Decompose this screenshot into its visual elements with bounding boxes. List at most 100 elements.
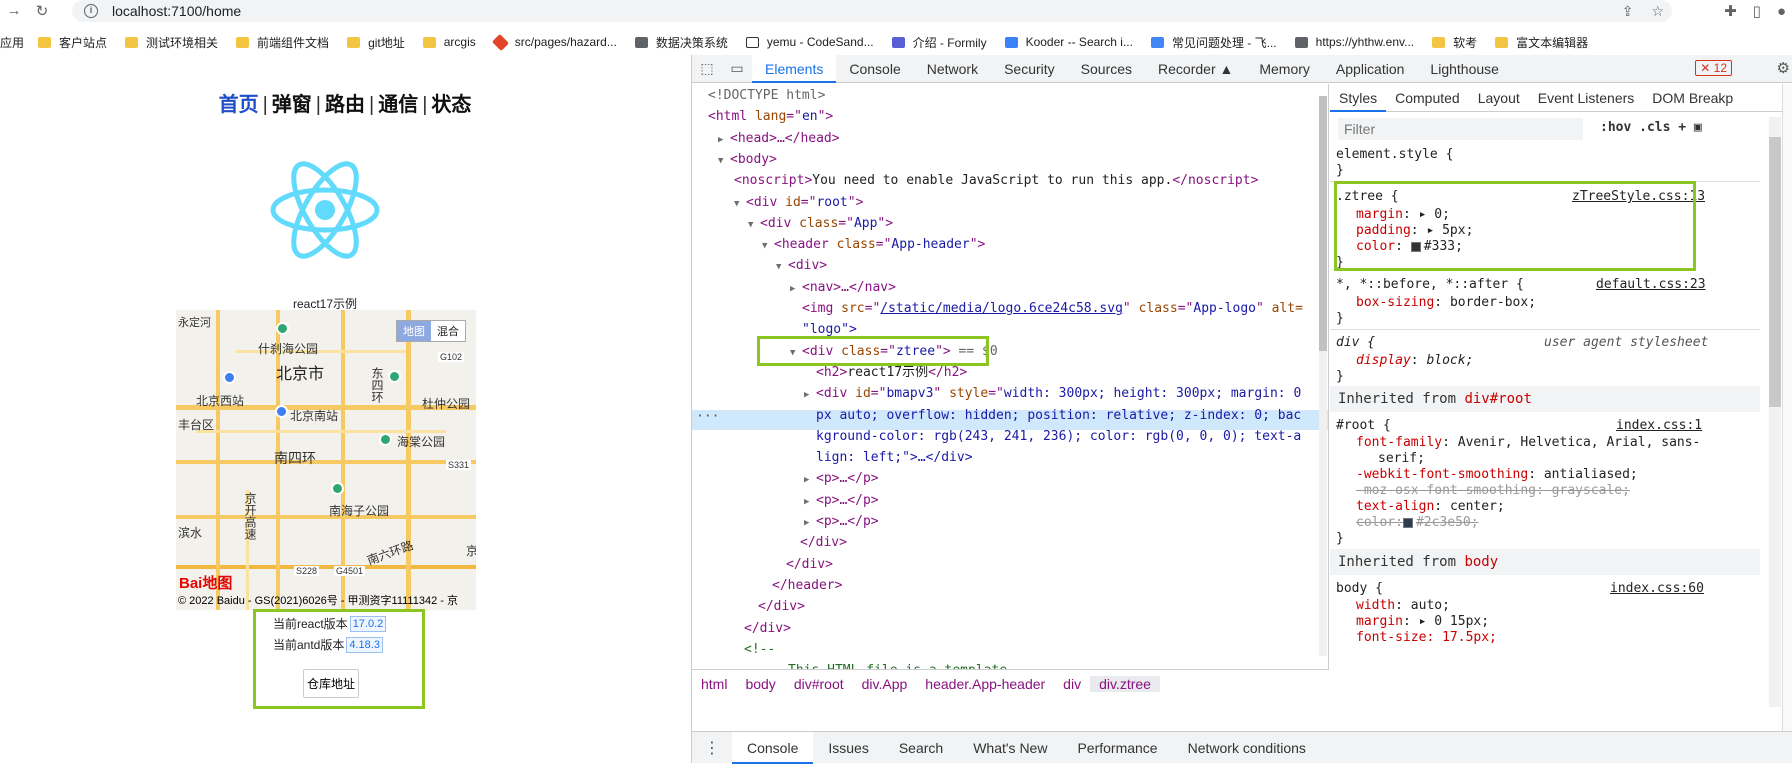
- nav-link-2[interactable]: 弹窗: [272, 94, 312, 116]
- url-text[interactable]: localhost:7100/home: [112, 3, 241, 19]
- dom-node-line[interactable]: ▼ <div>: [776, 256, 827, 277]
- dom-node-line[interactable]: ▼ <div class="App">: [748, 214, 893, 235]
- devtools-tab-3[interactable]: Network: [914, 55, 991, 83]
- bookmark-item[interactable]: src/pages/hazard...: [491, 33, 617, 51]
- share-icon[interactable]: ⇪: [1622, 3, 1634, 20]
- drawer-tab-2[interactable]: Issues: [813, 732, 883, 764]
- bookmark-item[interactable]: https://yhthw.env...: [1294, 35, 1414, 49]
- collapse-triangle-icon[interactable]: ▼: [734, 195, 746, 214]
- breadcrumb-item[interactable]: div.App: [853, 676, 917, 692]
- bookmark-item[interactable]: Kooder -- Search i...: [1004, 35, 1133, 49]
- collapse-triangle-icon[interactable]: ▼: [762, 237, 774, 256]
- dom-node-line[interactable]: <!--: [744, 640, 775, 659]
- map-type-hybrid-button[interactable]: 混合: [431, 321, 465, 341]
- dom-node-line[interactable]: </header>: [772, 576, 842, 595]
- dom-node-line[interactable]: ▶ <nav>…</nav>: [790, 278, 896, 299]
- bookmark-item[interactable]: arcgis: [422, 35, 476, 49]
- station-marker[interactable]: [275, 405, 288, 418]
- expand-triangle-icon[interactable]: ▶: [804, 386, 816, 405]
- extensions-icon[interactable]: ✚: [1724, 2, 1737, 20]
- repo-button[interactable]: 仓库地址: [303, 669, 360, 698]
- dom-node-line[interactable]: <!DOCTYPE html>: [708, 86, 825, 105]
- dom-node-line[interactable]: ▶ <p>…</p>: [804, 512, 879, 533]
- dom-node-line[interactable]: </div>: [744, 619, 791, 638]
- devtools-tab-5[interactable]: Sources: [1068, 55, 1145, 83]
- bookmark-item[interactable]: yemu - CodeSand...: [745, 35, 874, 49]
- bookmark-item[interactable]: 富文本编辑器: [1495, 34, 1588, 51]
- nav-link-3[interactable]: 路由: [325, 94, 365, 116]
- reload-icon[interactable]: ↻: [32, 2, 52, 20]
- breadcrumb-item[interactable]: header.App-header: [916, 676, 1054, 692]
- site-info-icon[interactable]: i: [84, 4, 98, 18]
- devtools-tab-1[interactable]: Elements: [752, 54, 837, 83]
- collapse-triangle-icon[interactable]: ▼: [748, 216, 760, 235]
- expand-triangle-icon[interactable]: ▶: [804, 493, 816, 512]
- baidu-logo[interactable]: Bai地图: [179, 572, 232, 593]
- expand-triangle-icon[interactable]: ▶: [718, 131, 730, 150]
- station-marker[interactable]: [223, 371, 236, 384]
- styles-tab-3[interactable]: Layout: [1469, 84, 1529, 112]
- breadcrumb-item[interactable]: html: [692, 676, 736, 692]
- collapse-triangle-icon[interactable]: ▼: [776, 258, 788, 277]
- url-bar[interactable]: i localhost:7100/home ⇪ ☆: [72, 0, 1672, 22]
- bookmark-item[interactable]: 应用: [0, 34, 24, 51]
- dom-node-line[interactable]: kground-color: rgb(243, 241, 236); color…: [816, 427, 1301, 446]
- expand-triangle-icon[interactable]: ▶: [804, 514, 816, 533]
- devtools-tab-4[interactable]: Security: [991, 55, 1068, 83]
- error-count-badge[interactable]: ✕ 12: [1695, 60, 1732, 76]
- park-marker[interactable]: [388, 370, 401, 383]
- dom-node-line[interactable]: ▼ <header class="App-header">: [762, 235, 985, 256]
- dom-node-line[interactable]: This HTML file is a template.: [788, 661, 1015, 669]
- nav-link-5[interactable]: 状态: [431, 94, 471, 116]
- dom-node-line[interactable]: <img src="/static/media/logo.6ce24c58.sv…: [802, 299, 1303, 318]
- dom-node-line[interactable]: ▶ <p>…</p>: [804, 491, 879, 512]
- styles-tab-1[interactable]: Styles: [1330, 84, 1387, 112]
- devtools-tab-2[interactable]: Console: [836, 55, 913, 83]
- nav-link-1[interactable]: 首页: [219, 94, 259, 116]
- expand-triangle-icon[interactable]: ▶: [804, 471, 816, 490]
- styles-tools[interactable]: :hov .cls + ▣: [1600, 120, 1702, 135]
- bookmark-item[interactable]: 数据决策系统: [634, 34, 728, 51]
- bookmark-item[interactable]: git地址: [347, 34, 405, 51]
- breadcrumb-item[interactable]: body: [736, 676, 784, 692]
- bookmark-item[interactable]: 前端组件文档: [236, 34, 329, 51]
- bookmark-item[interactable]: 客户站点: [38, 34, 107, 51]
- dom-node-line[interactable]: ▶ <p>…</p>: [804, 469, 879, 490]
- drawer-tab-5[interactable]: Performance: [1062, 732, 1172, 764]
- baidu-map[interactable]: 什刹海公园 北京市 东四环 北京西站 北京南站 丰台区 南四环 海棠公园 杜仲公…: [176, 310, 476, 610]
- bookmark-item[interactable]: 介绍 - Formily: [891, 34, 987, 51]
- dom-node-line[interactable]: ▼ <div id="root">: [734, 193, 863, 214]
- expand-triangle-icon[interactable]: ▶: [790, 280, 802, 299]
- bookmark-item[interactable]: 测试环境相关: [125, 34, 218, 51]
- devtools-tab-9[interactable]: Lighthouse: [1417, 55, 1512, 83]
- dom-node-line[interactable]: <html lang="en">: [708, 107, 833, 126]
- nav-link-4[interactable]: 通信: [378, 94, 418, 116]
- breadcrumb-item[interactable]: div.ztree: [1090, 675, 1160, 692]
- styles-tab-5[interactable]: DOM Breakp: [1643, 84, 1742, 112]
- styles-filter-input[interactable]: Filter: [1338, 118, 1583, 140]
- dom-node-line[interactable]: ▶ <div id="bmapv3" style="width: 300px; h…: [804, 384, 1301, 405]
- styles-scrollbar[interactable]: [1769, 117, 1781, 707]
- park-marker[interactable]: [331, 482, 344, 495]
- devtools-tab-7[interactable]: Memory: [1246, 55, 1323, 83]
- forward-icon[interactable]: →: [4, 2, 24, 19]
- inspect-icon[interactable]: ⬚: [692, 60, 722, 77]
- breadcrumb-item[interactable]: div: [1054, 676, 1090, 692]
- profile-icon[interactable]: ●: [1777, 3, 1786, 20]
- styles-tab-2[interactable]: Computed: [1386, 84, 1469, 112]
- dom-node-line[interactable]: lign: left;">…</div>: [816, 448, 973, 467]
- drawer-menu-icon[interactable]: ⋮: [692, 738, 732, 758]
- more-dots-icon[interactable]: ···: [696, 409, 719, 424]
- drawer-tab-4[interactable]: What's New: [958, 732, 1062, 764]
- map-type-map-button[interactable]: 地图: [397, 321, 431, 341]
- star-icon[interactable]: ☆: [1651, 3, 1664, 20]
- dom-node-line[interactable]: ▼ <body>: [718, 150, 777, 171]
- drawer-tab-6[interactable]: Network conditions: [1173, 732, 1321, 764]
- dom-node-line[interactable]: ▶ <head>…</head>: [718, 129, 840, 150]
- device-toolbar-icon[interactable]: ▭: [722, 60, 752, 77]
- dom-node-line[interactable]: </div>: [786, 555, 833, 574]
- dom-node-line[interactable]: <noscript>You need to enable JavaScript …: [734, 171, 1258, 190]
- elements-scrollbar[interactable]: [1319, 96, 1327, 656]
- bookmark-item[interactable]: 软考: [1432, 34, 1477, 51]
- drawer-tab-3[interactable]: Search: [884, 732, 958, 764]
